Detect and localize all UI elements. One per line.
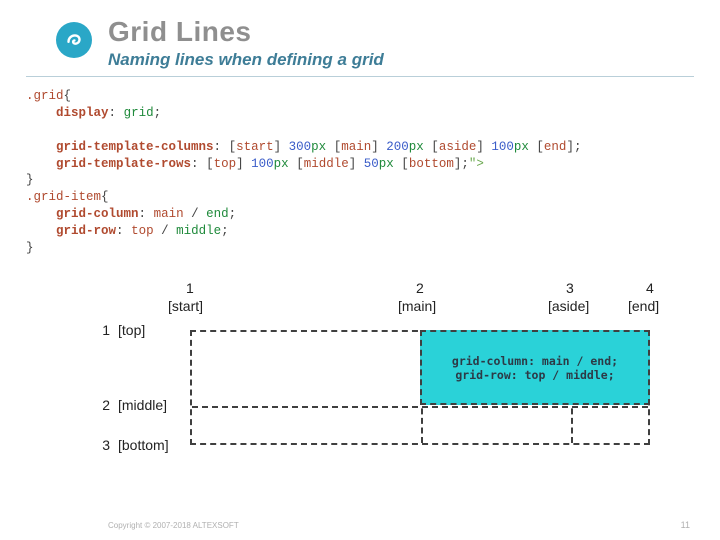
- col-line-name: [main]: [398, 298, 436, 314]
- code-prop: grid-row: [56, 224, 116, 238]
- placed-item-text: grid-column: main / end;: [452, 354, 618, 368]
- copyright-text: Copyright © 2007-2018 ALTEXSOFT: [108, 521, 239, 530]
- code-prop: grid-column: [56, 207, 139, 221]
- page-title: Grid Lines: [108, 16, 251, 48]
- brand-logo: [56, 22, 92, 58]
- grid-row-line: [192, 406, 648, 408]
- page-subtitle: Naming lines when defining a grid: [108, 50, 384, 70]
- code-prop: grid-template-rows: [56, 157, 191, 171]
- col-line-name: [start]: [168, 298, 203, 314]
- col-number: 1: [186, 280, 194, 296]
- header-divider: [26, 76, 694, 77]
- row-number: 2: [90, 397, 110, 413]
- row-number: 1: [90, 322, 110, 338]
- row-line-name: [middle]: [118, 397, 167, 413]
- col-number: 3: [566, 280, 574, 296]
- code-selector: .grid-item: [26, 190, 101, 204]
- col-line-name: [end]: [628, 298, 659, 314]
- swirl-icon: [63, 29, 85, 51]
- row-line-name: [bottom]: [118, 437, 169, 453]
- slide: Grid Lines Naming lines when defining a …: [0, 0, 720, 540]
- code-prop: grid-template-columns: [56, 140, 214, 154]
- code-block: .grid{ display: grid; grid-template-colu…: [26, 88, 581, 257]
- placed-grid-item: grid-column: main / end; grid-row: top /…: [420, 330, 650, 405]
- row-line-name: [top]: [118, 322, 145, 338]
- col-number: 4: [646, 280, 654, 296]
- code-selector: .grid: [26, 89, 64, 103]
- placed-item-text: grid-row: top / middle;: [455, 368, 614, 382]
- code-value: grid: [124, 106, 154, 120]
- page-number: 11: [681, 520, 690, 530]
- code-prop: display: [56, 106, 109, 120]
- col-line-name: [aside]: [548, 298, 589, 314]
- grid-diagram: 1 2 3 4 [start] [main] [aside] [end] 1 2…: [90, 280, 680, 490]
- col-number: 2: [416, 280, 424, 296]
- row-number: 3: [90, 437, 110, 453]
